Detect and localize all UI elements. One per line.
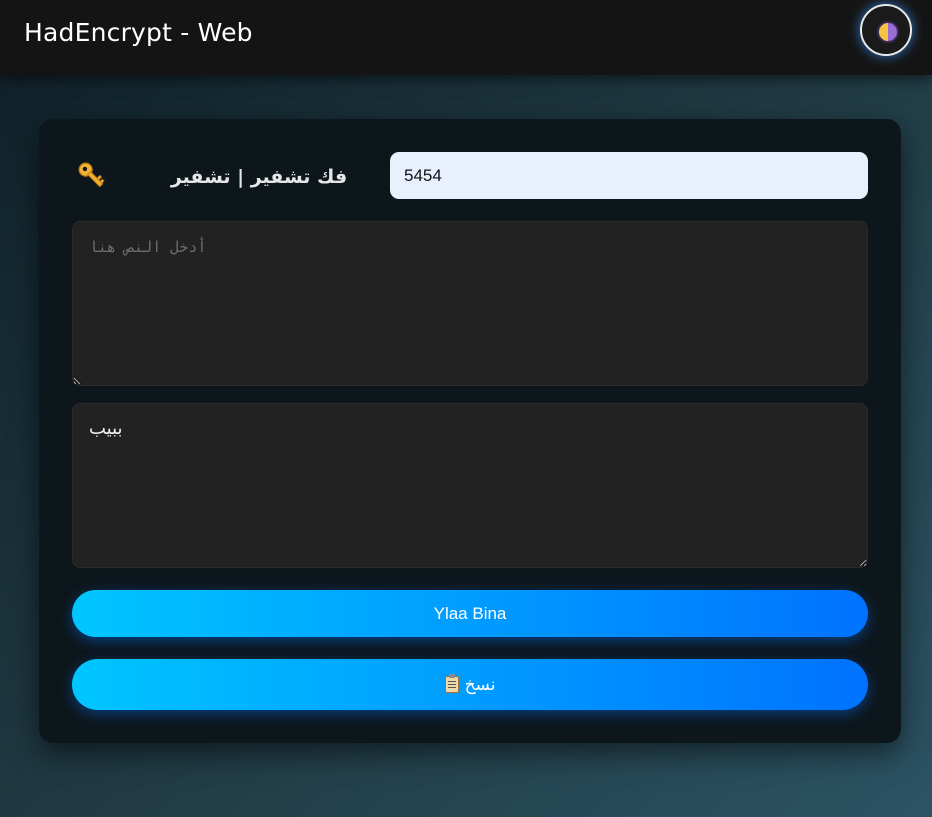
clipboard-icon [444,674,459,693]
copy-button[interactable]: نسخ [72,659,868,710]
mode-toggle-label[interactable]: فك تشفير | تشفير [149,163,369,191]
output-textarea[interactable]: ببيب [72,403,868,568]
theme-toggle-button[interactable] [860,4,912,56]
key-icon [78,162,105,188]
run-button[interactable]: Ylaa Bina [72,590,868,637]
copy-button-label: نسخ [464,674,496,694]
app-title: HadEncrypt - Web [24,18,253,47]
run-button-label: Ylaa Bina [433,603,507,623]
input-textarea[interactable] [72,221,868,386]
top-bar: HadEncrypt - Web [0,0,932,75]
half-moon-icon [877,21,899,43]
key-input[interactable] [390,152,868,199]
crypto-card: فك تشفير | تشفير ببيب Ylaa Bina نسخ [39,119,901,743]
